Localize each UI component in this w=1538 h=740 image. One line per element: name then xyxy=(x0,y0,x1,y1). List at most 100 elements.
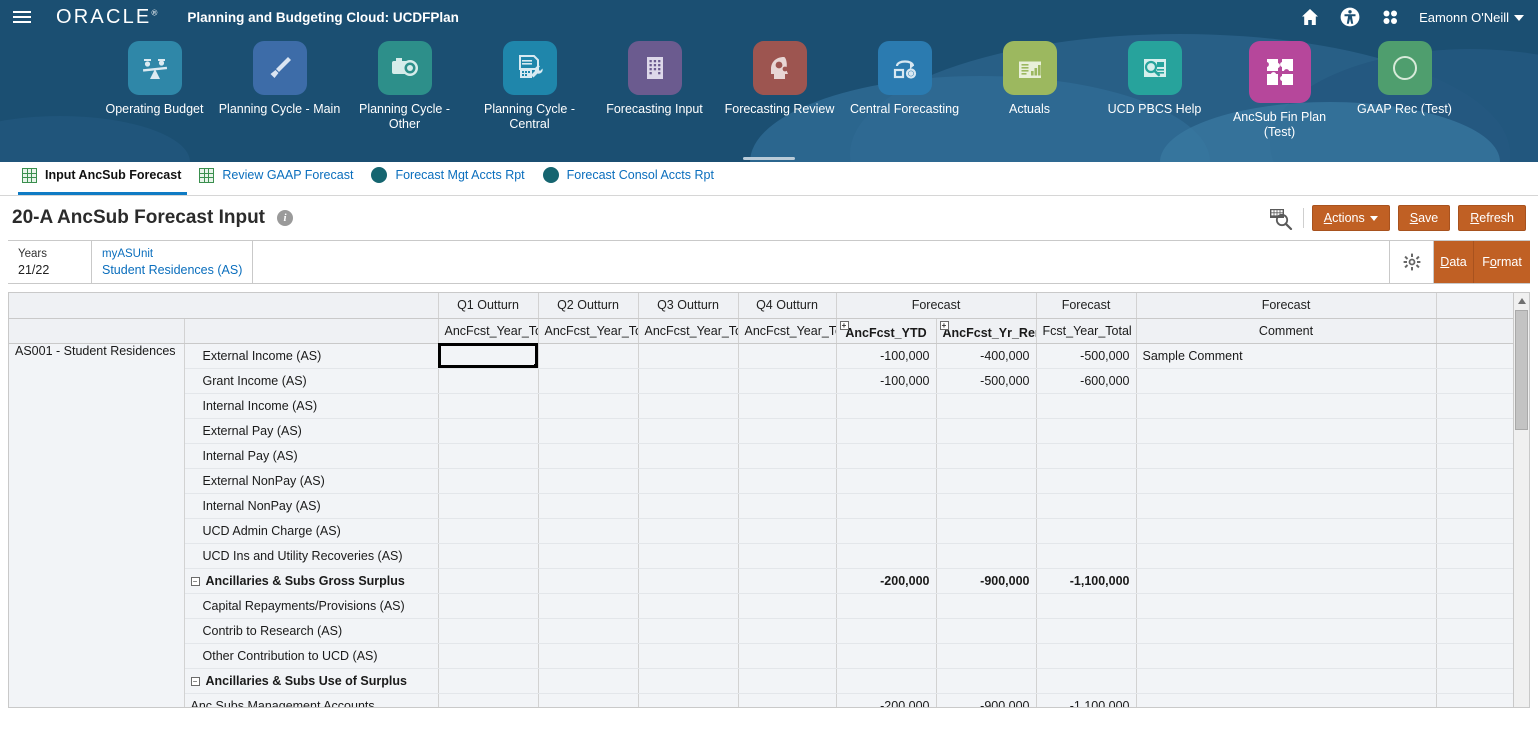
table-row[interactable]: − Ancillaries & Subs Use of Surplus xyxy=(9,668,1513,694)
cell-q4[interactable] xyxy=(738,418,837,444)
tab-forecast-mgt-accts-rpt[interactable]: Forecast Mgt Accts Rpt xyxy=(367,162,538,195)
cell-comment[interactable] xyxy=(1136,568,1437,594)
row-header-account[interactable]: Internal Income (AS) xyxy=(184,393,439,419)
format-button[interactable]: Format xyxy=(1474,241,1530,283)
table-row[interactable]: Internal Pay (AS) xyxy=(9,443,1513,469)
cell-q3[interactable] xyxy=(638,643,739,669)
table-row[interactable]: Anc Subs Management Accounts -200,000 -9… xyxy=(9,693,1513,707)
cell-q1[interactable] xyxy=(438,493,539,519)
cell-q3[interactable] xyxy=(638,418,739,444)
cell-comment[interactable] xyxy=(1136,643,1437,669)
cell-comment[interactable]: Sample Comment xyxy=(1136,343,1437,369)
accessibility-icon[interactable] xyxy=(1339,6,1361,28)
cell-q2[interactable] xyxy=(538,668,639,694)
cell-q3[interactable] xyxy=(638,443,739,469)
cell-q3[interactable] xyxy=(638,568,739,594)
sub-header-comment[interactable]: Comment xyxy=(1136,318,1437,344)
apps-grid-icon[interactable] xyxy=(1379,6,1401,28)
cell-remaining[interactable] xyxy=(936,593,1037,619)
nav-card-planning-cycle-main[interactable]: Planning Cycle - Main xyxy=(217,41,342,140)
cell-q1[interactable] xyxy=(438,518,539,544)
collapse-minus-icon[interactable]: − xyxy=(190,676,200,686)
cell-q1[interactable] xyxy=(438,668,539,694)
nav-card-ancsub-fin-plan[interactable]: AncSub Fin Plan (Test) xyxy=(1217,41,1342,140)
cell-q3[interactable] xyxy=(638,618,739,644)
table-row[interactable]: Internal NonPay (AS) xyxy=(9,493,1513,519)
collapse-minus-icon[interactable]: − xyxy=(190,576,200,586)
row-header-account[interactable]: Grant Income (AS) xyxy=(184,368,439,394)
cell-ytd[interactable] xyxy=(836,643,937,669)
cell-comment[interactable] xyxy=(1136,543,1437,569)
cell-q2[interactable] xyxy=(538,618,639,644)
cell-comment[interactable] xyxy=(1136,418,1437,444)
group-header-q1[interactable]: Q1 Outturn xyxy=(438,293,539,319)
cell-ytd[interactable] xyxy=(836,493,937,519)
cell-q4[interactable] xyxy=(738,693,837,707)
table-row[interactable]: Capital Repayments/Provisions (AS) xyxy=(9,593,1513,619)
sub-header-q4-member[interactable]: AncFcst_Year_Tota xyxy=(738,318,837,344)
cell-q2[interactable] xyxy=(538,543,639,569)
cell-q1[interactable] xyxy=(438,543,539,569)
cell-year-total[interactable] xyxy=(1036,593,1137,619)
row-header-account[interactable]: UCD Ins and Utility Recoveries (AS) xyxy=(184,543,439,569)
cell-q4[interactable] xyxy=(738,593,837,619)
group-header-q4[interactable]: Q4 Outturn xyxy=(738,293,837,319)
cell-q4[interactable] xyxy=(738,668,837,694)
row-header-account-parent[interactable]: − Ancillaries & Subs Use of Surplus xyxy=(184,668,439,694)
user-menu[interactable]: Eamonn O'Neill xyxy=(1419,10,1524,25)
cell-q3[interactable] xyxy=(638,468,739,494)
nav-card-planning-cycle-other[interactable]: Planning Cycle - Other xyxy=(342,41,467,140)
cell-ytd[interactable]: -100,000 xyxy=(836,368,937,394)
cell-q3[interactable] xyxy=(638,593,739,619)
info-icon[interactable]: i xyxy=(277,210,294,226)
table-row[interactable]: External NonPay (AS) xyxy=(9,468,1513,494)
group-header-q3[interactable]: Q3 Outturn xyxy=(638,293,739,319)
cell-q2[interactable] xyxy=(538,593,639,619)
gear-icon[interactable] xyxy=(1390,241,1434,283)
cell-q3[interactable] xyxy=(638,693,739,707)
cell-q1[interactable] xyxy=(438,693,539,707)
smart-search-icon[interactable] xyxy=(1269,206,1295,231)
cell-year-total[interactable] xyxy=(1036,618,1137,644)
table-row[interactable]: Other Contribution to UCD (AS) xyxy=(9,643,1513,669)
cell-q1[interactable] xyxy=(438,593,539,619)
cell-q4[interactable] xyxy=(738,343,837,369)
cell-ytd[interactable] xyxy=(836,468,937,494)
cell-q3[interactable] xyxy=(638,368,739,394)
pov-dimension-years[interactable]: Years 21/22 xyxy=(8,241,92,283)
cell-q4[interactable] xyxy=(738,493,837,519)
cell-q2[interactable] xyxy=(538,693,639,707)
group-header-forecast-3[interactable]: Forecast xyxy=(1136,293,1437,319)
nav-card-operating-budget[interactable]: Operating Budget xyxy=(92,41,217,140)
cell-q3[interactable] xyxy=(638,393,739,419)
sub-header-ancfcst-ytd[interactable]: + AncFcst_YTD xyxy=(836,318,937,344)
cell-year-total[interactable] xyxy=(1036,493,1137,519)
oracle-logo[interactable]: ORACLE® xyxy=(56,6,157,29)
group-header-forecast-2[interactable]: Forecast xyxy=(1036,293,1137,319)
cell-q1[interactable] xyxy=(438,443,539,469)
table-row[interactable]: Internal Income (AS) xyxy=(9,393,1513,419)
cell-q2[interactable] xyxy=(538,493,639,519)
cell-remaining[interactable] xyxy=(936,543,1037,569)
cell-q2[interactable] xyxy=(538,418,639,444)
home-icon[interactable] xyxy=(1299,6,1321,28)
cell-remaining[interactable] xyxy=(936,393,1037,419)
cell-q2[interactable] xyxy=(538,468,639,494)
cell-q1[interactable] xyxy=(438,343,539,369)
cell-remaining[interactable] xyxy=(936,418,1037,444)
cell-comment[interactable] xyxy=(1136,593,1437,619)
cell-year-total[interactable] xyxy=(1036,418,1137,444)
table-row[interactable]: Grant Income (AS) -100,000 -500,000 -600… xyxy=(9,368,1513,394)
cell-remaining[interactable]: -900,000 xyxy=(936,568,1037,594)
sub-header-q2-member[interactable]: AncFcst_Year_Tota xyxy=(538,318,639,344)
row-header-account[interactable]: Internal NonPay (AS) xyxy=(184,493,439,519)
cell-year-total[interactable] xyxy=(1036,468,1137,494)
table-row[interactable]: UCD Ins and Utility Recoveries (AS) xyxy=(9,543,1513,569)
pov-dimension-myasunit[interactable]: myASUnit Student Residences (AS) xyxy=(92,241,254,283)
cell-remaining[interactable] xyxy=(936,668,1037,694)
cell-q4[interactable] xyxy=(738,618,837,644)
cell-comment[interactable] xyxy=(1136,493,1437,519)
scroll-up-arrow-icon[interactable] xyxy=(1513,293,1529,309)
tab-input-ancsub-forecast[interactable]: Input AncSub Forecast xyxy=(18,162,195,195)
cell-comment[interactable] xyxy=(1136,668,1437,694)
